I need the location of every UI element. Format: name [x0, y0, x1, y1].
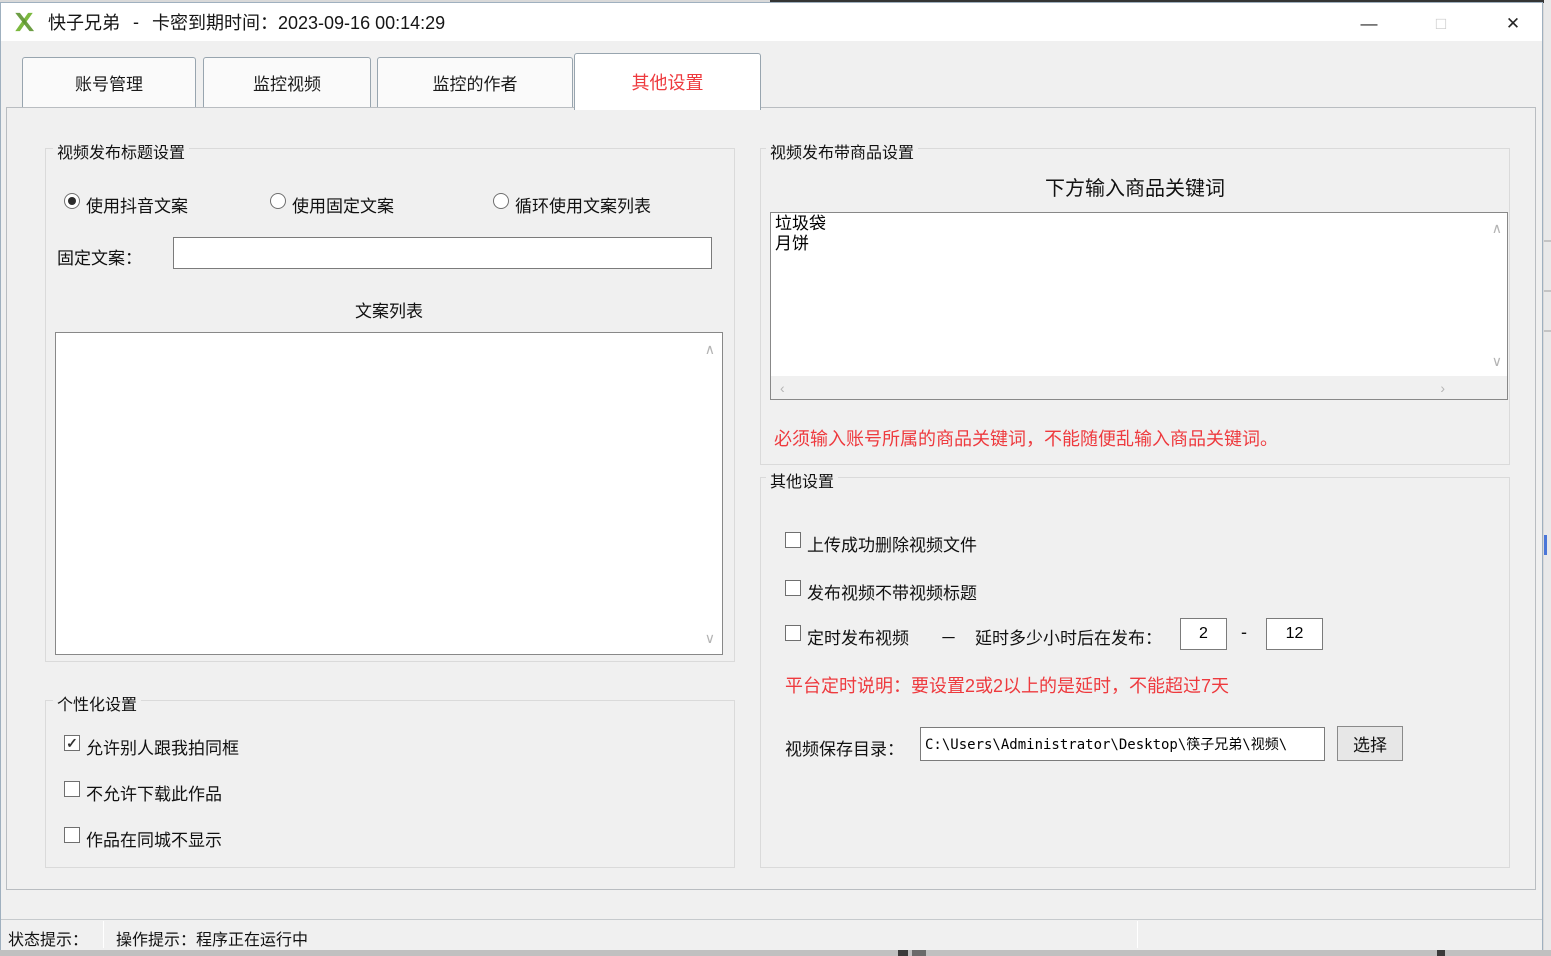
groupbox-label: 视频发布带商品设置	[766, 139, 918, 163]
close-button[interactable]: ✕	[1491, 6, 1535, 40]
checkbox-disallow-download[interactable]: ✓	[64, 781, 80, 797]
save-dir-input[interactable]	[920, 727, 1325, 761]
scroll-up-icon[interactable]: ∧	[705, 342, 715, 356]
timing-note-text: 平台定时说明：要设置2或2以上的是延时，不能超过7天	[785, 672, 1229, 698]
timed-dash: －	[940, 624, 957, 649]
operation-status-text: 操作提示：程序正在运行中	[116, 926, 308, 950]
sliver-line	[1544, 240, 1551, 242]
choose-folder-button[interactable]: 选择	[1337, 726, 1403, 761]
tab-label: 账号管理	[75, 70, 143, 95]
checkbox-label-timed-publish[interactable]: 定时发布视频	[807, 624, 909, 649]
scroll-up-icon[interactable]: ∧	[1492, 221, 1502, 235]
scroll-down-icon[interactable]: ∨	[705, 631, 715, 645]
app-logo-icon	[13, 11, 35, 33]
groupbox-label: 其他设置	[766, 468, 838, 492]
copy-list-textarea[interactable]	[56, 333, 722, 654]
check-icon: ✓	[66, 736, 78, 750]
keywords-warning-text: 必须输入账号所属的商品关键词，不能随便乱输入商品关键词。	[774, 425, 1278, 451]
minimize-button[interactable]: —	[1347, 6, 1391, 40]
checkbox-label-allow-duet[interactable]: 允许别人跟我拍同框	[86, 734, 239, 759]
scroll-down-icon[interactable]: ∨	[1492, 354, 1502, 368]
maximize-icon: □	[1436, 15, 1446, 32]
keywords-box: 垃圾袋 月饼 ∧ ∨ ‹ ›	[770, 212, 1508, 400]
save-dir-label: 视频保存目录：	[785, 735, 904, 760]
tab-monitored-authors[interactable]: 监控的作者	[377, 57, 573, 107]
checkbox-label-disallow-download[interactable]: 不允许下载此作品	[86, 780, 222, 805]
strip-mark	[898, 950, 908, 956]
groupbox-label: 视频发布标题设置	[53, 139, 189, 163]
copy-list-box: ∧ ∨	[55, 332, 723, 655]
sliver-line	[1544, 290, 1551, 292]
minimize-icon: —	[1361, 15, 1378, 32]
radio-use-fixed-copy[interactable]	[270, 193, 286, 209]
checkbox-label-hide-in-same-city[interactable]: 作品在同城不显示	[86, 826, 222, 851]
scroll-right-icon[interactable]: ›	[1440, 381, 1445, 395]
delay-from-input[interactable]	[1180, 618, 1227, 650]
delay-hours-label: 延时多少小时后在发布：	[975, 624, 1162, 649]
background-strip-bottom	[0, 950, 1551, 956]
checkbox-label-publish-without-title[interactable]: 发布视频不带视频标题	[807, 579, 977, 604]
license-expiry-text: 卡密到期时间：2023-09-16 00:14:29	[152, 9, 445, 35]
horizontal-scrollbar[interactable]: ‹ ›	[771, 376, 1507, 399]
maximize-button[interactable]: □	[1419, 6, 1463, 40]
strip-mark	[1437, 950, 1445, 956]
close-icon: ✕	[1506, 15, 1520, 32]
tab-label: 监控的作者	[433, 70, 518, 95]
window-title-separator: -	[133, 12, 139, 33]
groupbox-label: 个性化设置	[53, 691, 141, 715]
statusbar-separator	[103, 921, 104, 948]
radio-label-cycle-copy-list[interactable]: 循环使用文案列表	[515, 192, 651, 217]
screen: 快子兄弟 - 卡密到期时间：2023-09-16 00:14:29 — □ ✕ …	[0, 0, 1551, 956]
statusbar-separator	[1137, 921, 1138, 948]
radio-cycle-copy-list[interactable]	[493, 193, 509, 209]
tab-label: 监控视频	[253, 70, 321, 95]
tab-label: 其他设置	[632, 69, 704, 95]
copy-list-label: 文案列表	[55, 297, 723, 322]
tab-account-management[interactable]: 账号管理	[22, 57, 196, 107]
radio-label-use-douyin-copy[interactable]: 使用抖音文案	[86, 192, 188, 217]
titlebar: 快子兄弟 - 卡密到期时间：2023-09-16 00:14:29 — □ ✕	[1, 3, 1542, 41]
sliver-marker	[1544, 535, 1547, 555]
strip-mark	[912, 950, 926, 956]
radio-label-use-fixed-copy[interactable]: 使用固定文案	[292, 192, 394, 217]
checkbox-publish-without-title[interactable]: ✓	[785, 580, 801, 596]
status-label: 状态提示：	[8, 926, 88, 950]
scroll-left-icon[interactable]: ‹	[780, 381, 785, 395]
checkbox-allow-duet[interactable]: ✓	[64, 735, 80, 751]
keywords-header: 下方输入商品关键词	[760, 172, 1510, 201]
radio-use-douyin-copy[interactable]	[64, 193, 80, 209]
sliver-line	[1544, 330, 1551, 332]
window-title: 快子兄弟	[48, 9, 120, 35]
background-window-sliver-right	[1544, 0, 1551, 956]
delay-range-separator: -	[1241, 622, 1247, 643]
checkbox-delete-after-upload[interactable]: ✓	[785, 532, 801, 548]
delay-to-input[interactable]	[1266, 618, 1323, 650]
keywords-textarea[interactable]: 垃圾袋 月饼	[771, 213, 1485, 376]
vertical-scrollbar[interactable]: ∧ ∨	[1485, 213, 1507, 376]
checkbox-label-delete-after-upload[interactable]: 上传成功删除视频文件	[807, 531, 977, 556]
checkbox-timed-publish[interactable]: ✓	[785, 625, 801, 641]
checkbox-hide-in-same-city[interactable]: ✓	[64, 827, 80, 843]
tab-other-settings[interactable]: 其他设置	[574, 53, 761, 110]
tab-monitor-videos[interactable]: 监控视频	[203, 57, 371, 107]
fixed-copy-label: 固定文案：	[57, 244, 142, 269]
fixed-copy-input[interactable]	[173, 237, 712, 269]
